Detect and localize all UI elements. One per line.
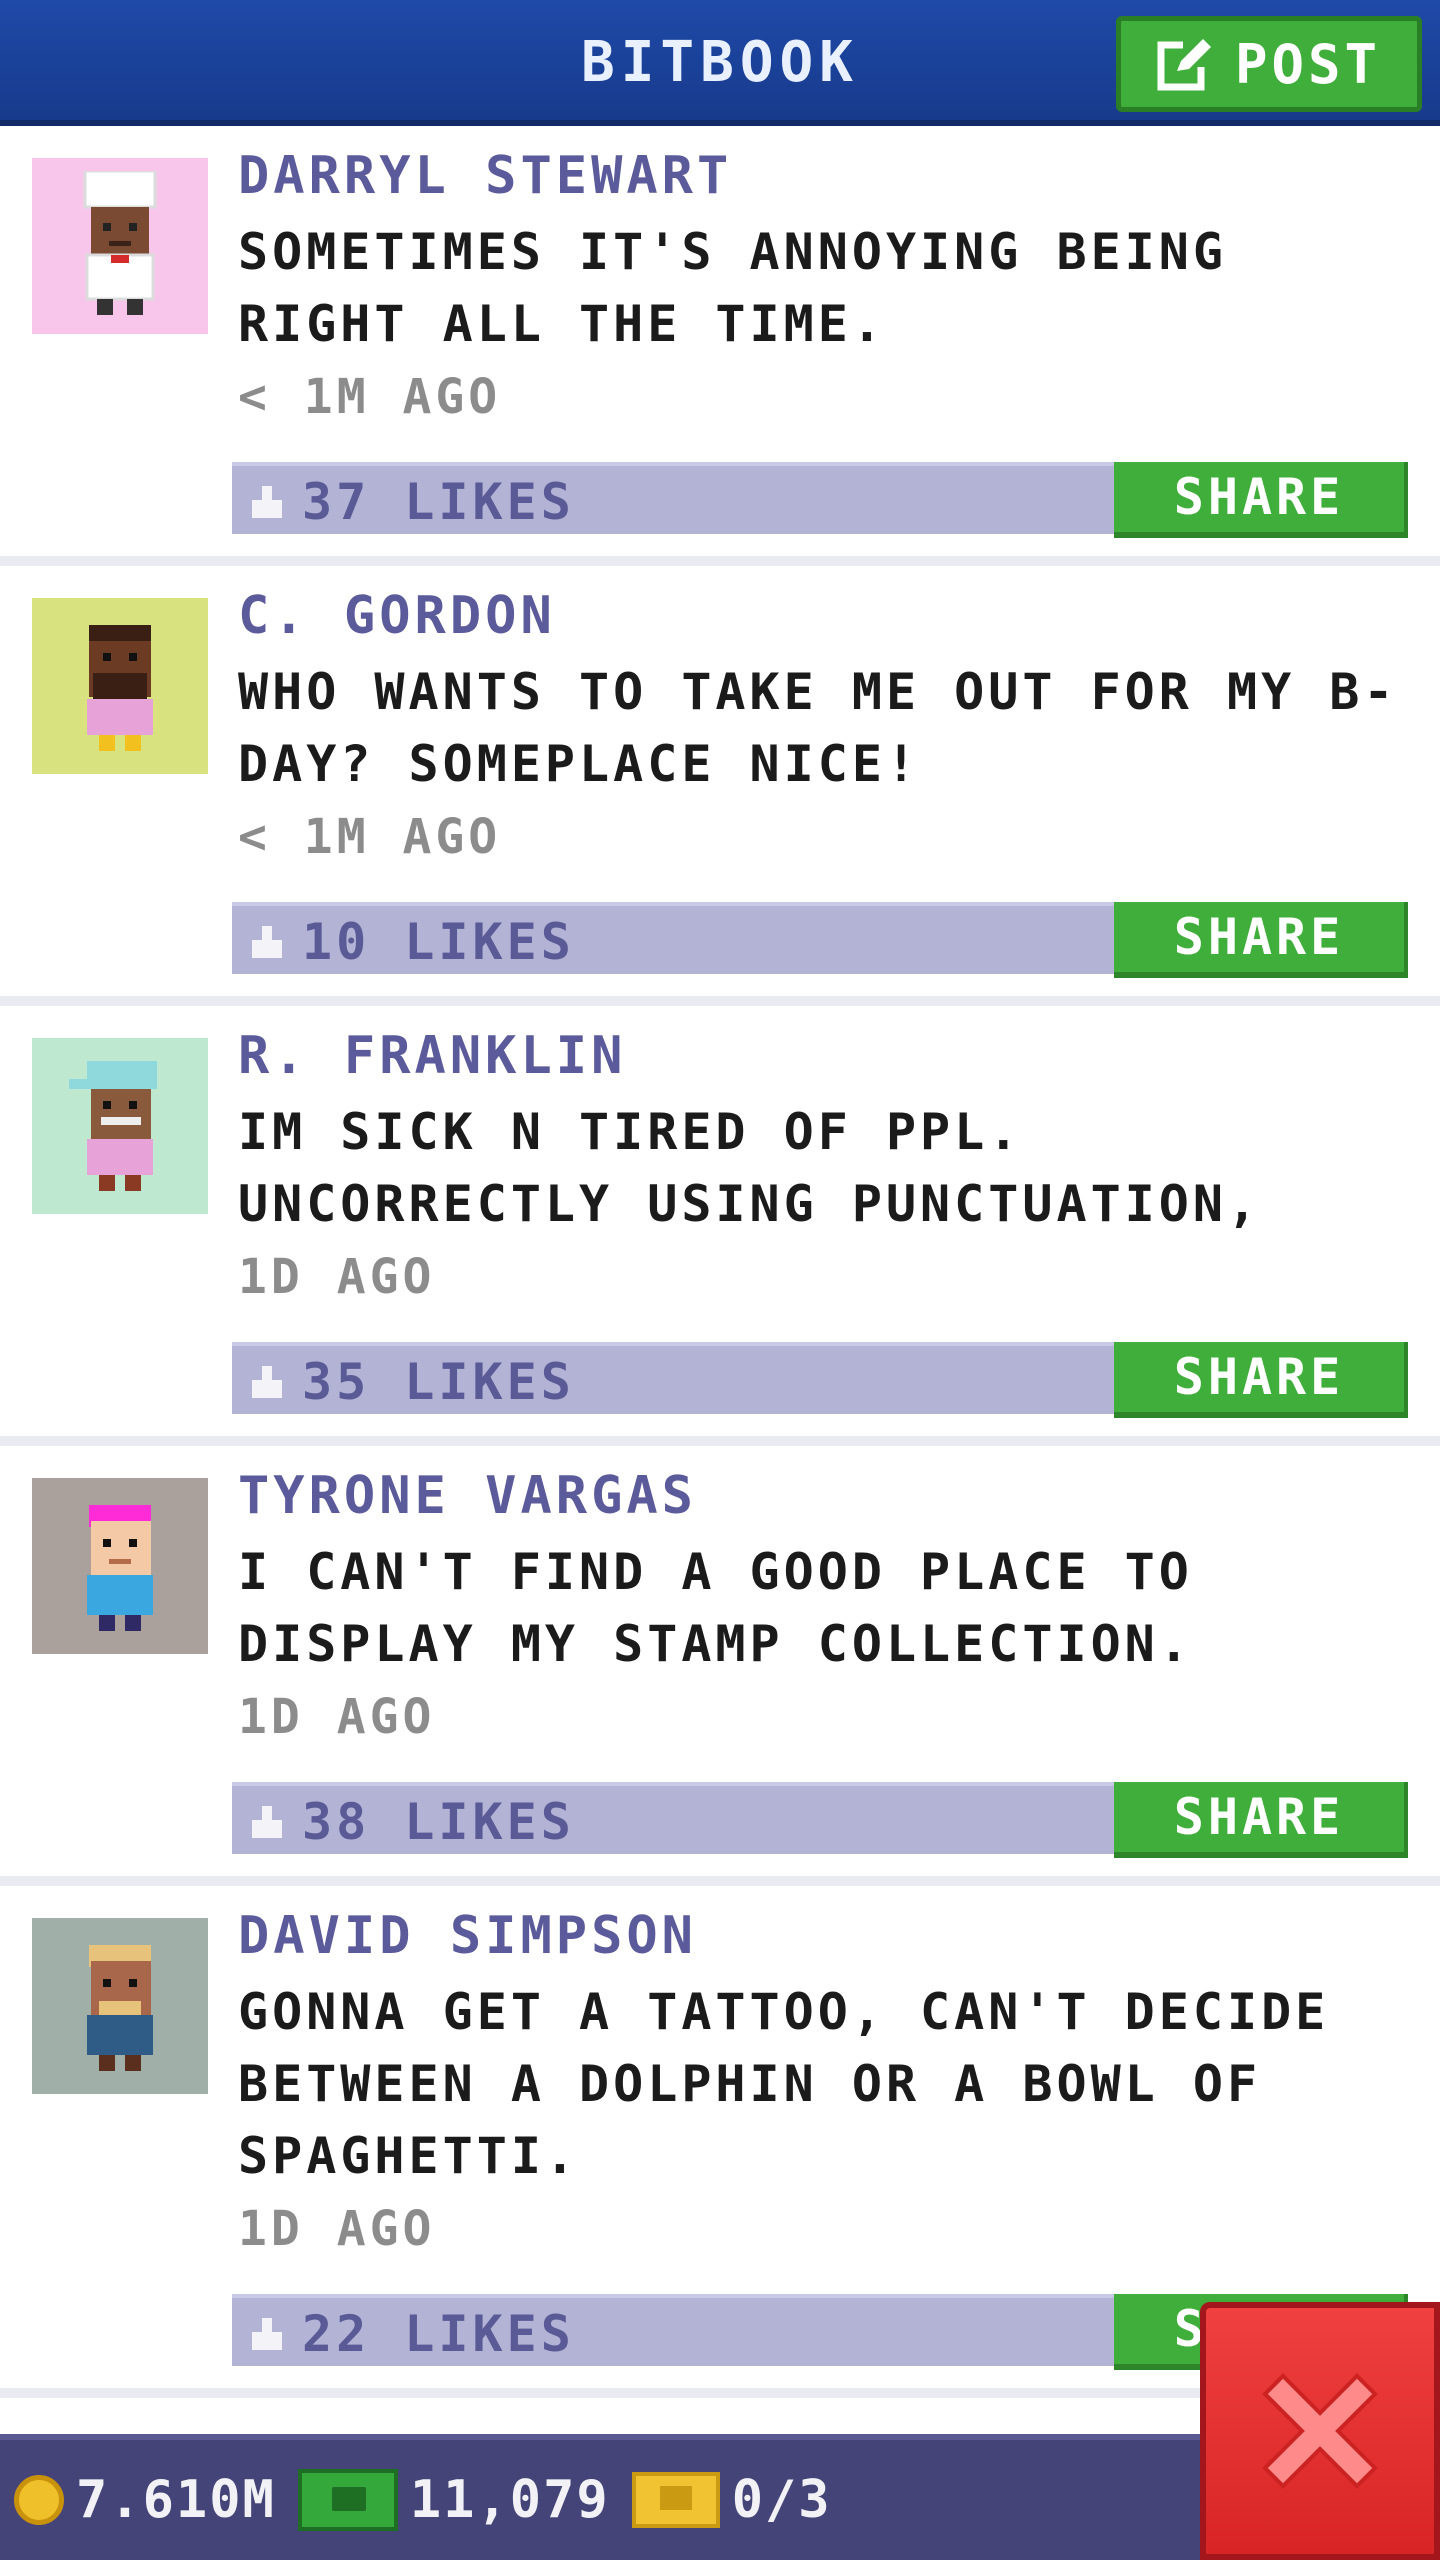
ticket-icon [631, 2472, 720, 2528]
post-timestamp: 1D AGO [238, 2201, 436, 2257]
tickets-display: 0/3 [631, 2470, 832, 2530]
coins-value: 7.610M [76, 2470, 276, 2530]
share-button[interactable]: SHARE [1114, 462, 1408, 538]
post-message: I CAN'T FIND A GOOD PLACE TO DISPLAY MY … [238, 1543, 1193, 1673]
share-button[interactable]: SHARE [1114, 1342, 1408, 1418]
post-timestamp: 1D AGO [238, 1249, 436, 1305]
thumbs-up-icon [252, 1806, 282, 1838]
post-message: GONNA GET A TATTOO, CAN'T DECIDE BETWEEN… [238, 1983, 1330, 2185]
post-timestamp: 1D AGO [238, 1689, 436, 1745]
thumbs-up-icon [252, 2318, 282, 2350]
like-count: 22 LIKES [302, 2305, 575, 2363]
like-count: 37 LIKES [302, 473, 575, 531]
tickets-value: 0/3 [731, 2470, 832, 2530]
feed-post: TYRONE VARGAS I CAN'T FIND A GOOD PLACE … [0, 1446, 1440, 1886]
like-count: 35 LIKES [302, 1353, 575, 1411]
app-header: BITBOOK POST [0, 0, 1440, 126]
close-button[interactable] [1200, 2302, 1440, 2560]
feed-post: C. GORDON WHO WANTS TO TAKE ME OUT FOR M… [0, 566, 1440, 1006]
post-action-bar: 35 LIKES SHARE [232, 1342, 1408, 1418]
post-author[interactable]: C. GORDON [238, 584, 1418, 648]
bux-icon [297, 2469, 398, 2531]
post-timestamp: < 1M AGO [238, 369, 502, 425]
like-button[interactable]: 37 LIKES [246, 466, 575, 538]
feed-post: R. FRANKLIN IM SICK N TIRED OF PPL. UNCO… [0, 1006, 1440, 1446]
thumbs-up-icon [252, 486, 282, 518]
share-button[interactable]: SHARE [1114, 902, 1408, 978]
feed-list[interactable]: DARRYL STEWART SOMETIMES IT'S ANNOYING B… [0, 126, 1440, 2398]
post-button-label: POST [1234, 32, 1382, 96]
post-author[interactable]: TYRONE VARGAS [238, 1464, 1418, 1528]
blond-avatar-icon[interactable] [32, 1918, 208, 2094]
share-button[interactable]: SHARE [1114, 1782, 1408, 1858]
feed-post: DARRYL STEWART SOMETIMES IT'S ANNOYING B… [0, 126, 1440, 566]
close-icon [1262, 2373, 1378, 2489]
thumbs-up-icon [252, 926, 282, 958]
post-message: SOMETIMES IT'S ANNOYING BEING RIGHT ALL … [238, 223, 1227, 353]
like-count: 38 LIKES [302, 1793, 575, 1851]
like-button[interactable]: 35 LIKES [246, 1346, 575, 1418]
bux-value: 11,079 [409, 2470, 610, 2530]
chef-avatar-icon[interactable] [32, 158, 208, 334]
cap-avatar-icon[interactable] [32, 1038, 208, 1214]
compose-icon [1157, 35, 1215, 93]
post-action-bar: 38 LIKES SHARE [232, 1782, 1408, 1858]
post-author[interactable]: R. FRANKLIN [238, 1024, 1418, 1088]
post-action-bar: 10 LIKES SHARE [232, 902, 1408, 978]
like-button[interactable]: 38 LIKES [246, 1786, 575, 1858]
post-author[interactable]: DARRYL STEWART [238, 144, 1418, 208]
post-author[interactable]: DAVID SIMPSON [238, 1904, 1418, 1968]
post-message: WHO WANTS TO TAKE ME OUT FOR MY B-DAY? S… [238, 663, 1398, 793]
post-timestamp: < 1M AGO [238, 809, 502, 865]
coin-icon [14, 2475, 64, 2525]
pink-hair-avatar-icon[interactable] [32, 1478, 208, 1654]
bux-display: 11,079 [297, 2469, 610, 2531]
post-button[interactable]: POST [1116, 16, 1422, 112]
post-action-bar: 37 LIKES SHARE [232, 462, 1408, 538]
post-message: IM SICK N TIRED OF PPL. UNCORRECTLY USIN… [238, 1103, 1262, 1233]
bearded-avatar-icon[interactable] [32, 598, 208, 774]
like-button[interactable]: 22 LIKES [246, 2298, 575, 2370]
thumbs-up-icon [252, 1366, 282, 1398]
like-button[interactable]: 10 LIKES [246, 906, 575, 978]
like-count: 10 LIKES [302, 913, 575, 971]
coins-display: 7.610M [14, 2470, 276, 2530]
